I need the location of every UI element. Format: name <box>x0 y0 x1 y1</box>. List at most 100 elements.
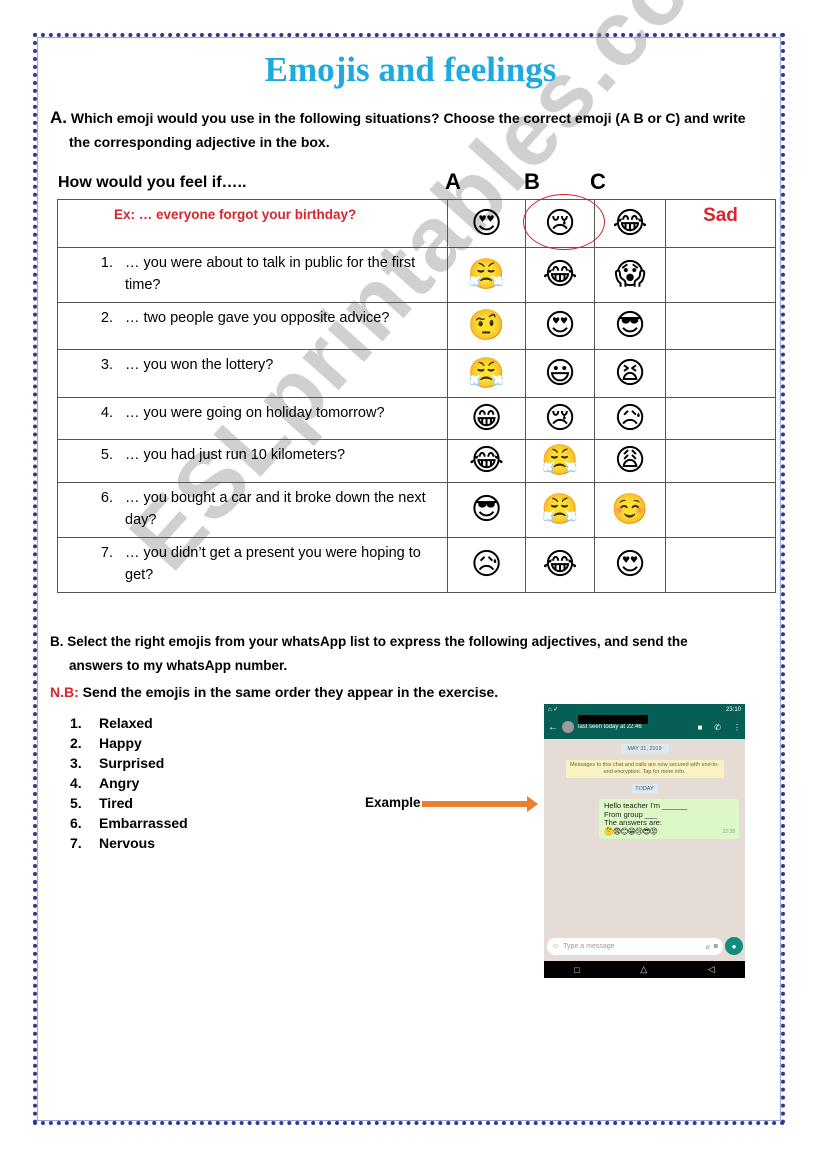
heart-eyes-emoji-icon: 😍 <box>470 205 503 241</box>
question-text: … you were about to talk in public for t… <box>125 255 416 293</box>
last-seen: last seen today at 22:46 <box>578 724 642 730</box>
attach-icon[interactable]: ⌀ <box>706 943 710 951</box>
section-b-instruction: B. Select the right emojis from your wha… <box>50 630 770 678</box>
list-number: 2. <box>70 735 82 751</box>
nb-label: N.B: <box>50 684 79 700</box>
question-text: … you won the lottery? <box>125 357 274 373</box>
question-number: 4. <box>100 405 113 421</box>
camera-icon[interactable]: ◙ <box>714 943 718 950</box>
table-row: 6. … you bought a car and it broke down t… <box>57 482 776 538</box>
example-answer: Sad <box>703 205 738 226</box>
adjective-label: Embarrassed <box>99 815 188 831</box>
video-call-icon[interactable]: ■ <box>697 723 702 732</box>
phone-status-bar: ⌂ ✓ 23:10 <box>544 704 745 715</box>
adjective-label: Happy <box>99 735 142 751</box>
mic-icon: ● <box>731 941 737 951</box>
question-number: 6. <box>100 490 113 506</box>
exercise-table: Ex: … everyone forgot your birthday? 😍 😢… <box>57 194 776 593</box>
list-number: 6. <box>70 815 82 831</box>
question-number: 3. <box>100 357 113 373</box>
blushing-emoji-icon: ☺️ <box>611 492 649 527</box>
list-number: 3. <box>70 755 82 771</box>
answer-box[interactable] <box>665 439 776 483</box>
example-row: Ex: … everyone forgot your birthday? 😍 😢… <box>57 194 776 250</box>
table-row: 1. … you were about to talk in public for… <box>57 247 776 303</box>
today-chip: TODAY <box>631 784 658 794</box>
question-text: … you were going on holiday tomorrow? <box>125 405 385 421</box>
heart-eyes-emoji-icon: 😍 <box>544 308 576 343</box>
arrow-head-icon <box>527 796 538 812</box>
example-question: Ex: … everyone forgot your birthday? <box>114 207 357 222</box>
sad-sweat-emoji-icon: 😥 <box>614 400 646 436</box>
section-a-instruction: A. Which emoji would you use in the foll… <box>50 106 770 154</box>
column-letter-a: A <box>445 169 461 194</box>
table-row: 2. … two people gave you opposite advice?… <box>57 302 776 350</box>
section-a-letter: A. <box>50 108 67 127</box>
prompt-heading: How would you feel if….. <box>58 174 247 191</box>
back-arrow-icon[interactable]: ← <box>548 722 558 733</box>
question-text: … two people gave you opposite advice? <box>125 310 390 326</box>
table-row: 4.… you were going on holiday tomorrow? … <box>57 397 776 440</box>
column-letter-c: C <box>590 169 606 194</box>
question-text: … you bought a car and it broke down the… <box>125 490 426 528</box>
status-icons: ⌂ ✓ <box>548 707 559 713</box>
answer-box[interactable] <box>665 482 776 538</box>
list-item: 2. Happy <box>70 733 188 753</box>
adjective-label: Surprised <box>99 755 165 771</box>
phone-call-icon[interactable]: ✆ <box>714 723 721 732</box>
answer-box[interactable] <box>665 247 776 303</box>
answer-box[interactable] <box>665 537 776 593</box>
status-time: 23:10 <box>725 706 741 713</box>
nota-bene: N.B: Send the emojis in the same order t… <box>50 684 498 700</box>
menu-icon[interactable]: ⋮ <box>733 723 741 732</box>
encryption-notice[interactable]: Messages to this chat and calls are now … <box>565 760 724 778</box>
tears-of-joy-emoji-icon: 😂 <box>542 257 578 292</box>
adjective-label: Relaxed <box>99 715 153 731</box>
answer-circle <box>523 194 605 250</box>
message-time: 22:38 <box>722 828 735 835</box>
date-chip: MAY 31, 2019 <box>620 744 669 754</box>
arrow-icon <box>422 801 528 807</box>
message-input-bar: ☺ Type a message ⌀ ◙ <box>547 937 723 956</box>
message-bubble: Hello teacher I'm ______ From group ___ … <box>599 799 739 839</box>
answer-box[interactable] <box>665 349 776 398</box>
adjective-label: Nervous <box>99 835 156 851</box>
section-a-instruction-line2: the corresponding adjective in the box. <box>69 134 330 150</box>
recent-apps-icon[interactable]: □ <box>574 965 579 975</box>
tears-of-joy-emoji-icon: 😂 <box>468 443 505 478</box>
list-item: 7. Nervous <box>70 833 188 853</box>
sunglasses-emoji-icon: 😎 <box>470 492 503 527</box>
list-item: 4. Angry <box>70 773 188 793</box>
mic-button[interactable]: ● <box>725 937 743 955</box>
question-text: … you didn’t get a present you were hopi… <box>125 545 421 583</box>
steaming-emoji-icon: 😤 <box>467 257 506 292</box>
input-placeholder: Type a message <box>563 943 615 950</box>
nb-text: Send the emojis in the same order they a… <box>78 684 499 700</box>
adjective-label: Tired <box>99 795 133 811</box>
answer-box[interactable] <box>665 397 776 440</box>
crying-emoji-icon: 😢 <box>544 400 576 436</box>
avatar <box>562 721 574 733</box>
list-item: 3. Surprised <box>70 753 188 773</box>
section-b-instruction-line1: B. Select the right emojis from your wha… <box>50 634 688 649</box>
whatsapp-screenshot: ⌂ ✓ 23:10 ← last seen today at 22:46 ■ ✆… <box>544 704 745 978</box>
table-row: 3. … you won the lottery? 😤 😃 😫 <box>57 349 776 398</box>
weary-emoji-icon: 😩 <box>614 443 646 478</box>
table-row: 7. … you didn’t get a present you were ho… <box>57 537 776 593</box>
heart-eyes-emoji-icon: 😍 <box>614 547 646 582</box>
steaming-emoji-icon: 😤 <box>541 492 579 527</box>
question-text: … you had just run 10 kilometers? <box>125 447 346 463</box>
answer-box[interactable] <box>665 302 776 350</box>
home-icon[interactable]: △ <box>640 964 647 975</box>
section-b-instruction-line2: answers to my whatsApp number. <box>69 658 288 673</box>
adjective-label: Angry <box>99 775 140 791</box>
message-input[interactable]: ☺ Type a message ⌀ ◙ <box>547 938 723 955</box>
sunglasses-emoji-icon: 😎 <box>614 308 646 343</box>
question-number: 2. <box>100 310 113 326</box>
android-nav-bar: □ △ ◁ <box>544 961 745 978</box>
emoji-icon[interactable]: ☺ <box>552 943 559 950</box>
back-icon[interactable]: ◁ <box>708 964 715 975</box>
column-letter-b: B <box>524 169 540 194</box>
list-number: 1. <box>70 715 82 731</box>
redacted-contact-name <box>578 715 648 724</box>
